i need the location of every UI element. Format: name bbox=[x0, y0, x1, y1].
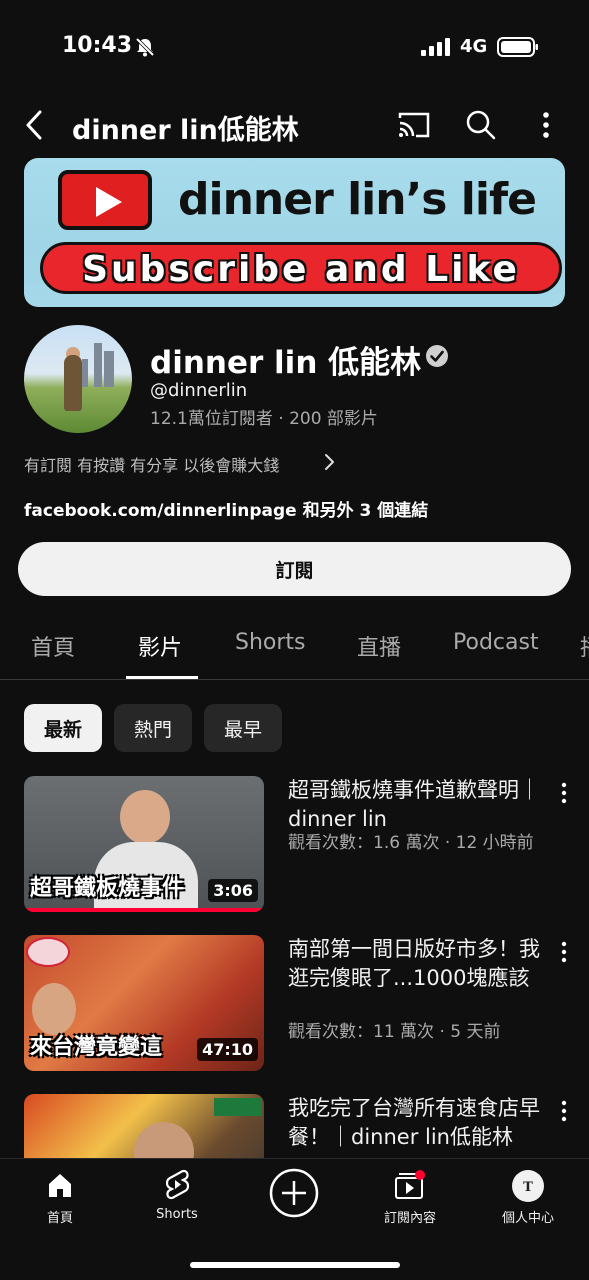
video-item[interactable]: 來台灣竟變這 47:10 南部第一間日版好市多！我逛完傻眼了...1000塊應該… bbox=[0, 935, 589, 1075]
network-type: 4G bbox=[460, 36, 488, 57]
chip-oldest[interactable]: 最早 bbox=[204, 704, 282, 752]
search-icon[interactable] bbox=[462, 106, 500, 144]
back-arrow-icon[interactable] bbox=[18, 106, 52, 144]
tab-shorts[interactable]: Shorts bbox=[235, 630, 306, 655]
video-title[interactable]: 超哥鐵板燒事件道歉聲明｜dinner lin bbox=[288, 776, 550, 834]
watch-progress-bar bbox=[24, 908, 264, 912]
banner-tagline: Subscribe and Like bbox=[82, 249, 520, 290]
nav-shorts-label: Shorts bbox=[156, 1207, 198, 1222]
home-icon bbox=[49, 1174, 71, 1197]
thumbnail-caption: 超哥鐵板燒事件 bbox=[30, 876, 185, 901]
video-thumbnail[interactable]: 超哥鐵板燒事件 3:06 bbox=[24, 776, 264, 912]
video-duration: 47:10 bbox=[197, 1038, 258, 1061]
nav-you-label: 個人中心 bbox=[501, 1211, 554, 1226]
nav-subscriptions-label: 訂閱內容 bbox=[383, 1211, 436, 1226]
channel-description[interactable]: 有訂閱 有按讚 有分享 以後會賺大錢 bbox=[24, 452, 279, 476]
profile-avatar-icon: T bbox=[512, 1170, 544, 1202]
video-more-icon[interactable] bbox=[554, 939, 574, 965]
channel-stats: 12.1萬位訂閱者 · 200 部影片 bbox=[150, 409, 378, 429]
chip-popular[interactable]: 熱門 bbox=[114, 704, 192, 752]
video-duration: 3:06 bbox=[208, 879, 258, 902]
channel-banner: dinner lin’s life Subscribe and Like bbox=[24, 158, 565, 307]
video-title[interactable]: 南部第一間日版好市多！我逛完傻眼了...1000塊應該去樓… bbox=[288, 935, 550, 993]
video-thumbnail[interactable]: 來台灣竟變這 47:10 bbox=[24, 935, 264, 1071]
home-indicator[interactable] bbox=[190, 1262, 400, 1268]
banner-tagline-pill: Subscribe and Like bbox=[40, 242, 562, 294]
bell-muted-icon bbox=[135, 37, 155, 57]
battery-icon bbox=[497, 37, 538, 57]
channel-handle: @dinnerlin bbox=[150, 380, 248, 401]
banner-title: dinner lin’s life bbox=[178, 174, 537, 225]
video-meta: 觀看次數：1.6 萬次 · 12 小時前 bbox=[288, 833, 534, 853]
active-tab-indicator bbox=[126, 676, 198, 679]
video-item[interactable]: 超哥鐵板燒事件 3:06 超哥鐵板燒事件道歉聲明｜dinner lin 觀看次數… bbox=[0, 776, 589, 916]
status-bar: 10:43 4G bbox=[0, 0, 589, 92]
nav-you[interactable]: T 個人中心 bbox=[473, 1159, 583, 1239]
video-more-icon[interactable] bbox=[554, 1098, 574, 1124]
svg-text:T: T bbox=[523, 1180, 533, 1195]
channel-name: dinner lin 低能林 bbox=[150, 345, 422, 381]
nav-create[interactable] bbox=[239, 1159, 349, 1239]
tab-videos[interactable]: 影片 bbox=[138, 630, 182, 662]
verified-check-icon bbox=[426, 345, 448, 367]
cast-icon[interactable] bbox=[396, 108, 432, 142]
video-title[interactable]: 我吃完了台灣所有速食店早餐！｜dinner lin低能林 bbox=[288, 1094, 550, 1152]
signal-icon bbox=[421, 38, 450, 56]
nav-subscriptions[interactable]: 訂閱內容 bbox=[355, 1159, 465, 1239]
tab-live[interactable]: 直播 bbox=[357, 630, 401, 662]
nav-shorts[interactable]: Shorts bbox=[122, 1159, 232, 1239]
chevron-right-icon[interactable] bbox=[322, 451, 338, 473]
chip-latest[interactable]: 最新 bbox=[24, 704, 102, 752]
subscribe-button[interactable]: 訂閱 bbox=[18, 542, 571, 596]
add-create-icon bbox=[269, 1168, 319, 1218]
play-logo-icon bbox=[58, 170, 152, 230]
channel-avatar[interactable] bbox=[24, 325, 132, 433]
status-time: 10:43 bbox=[62, 33, 133, 58]
nav-home[interactable]: 首頁 bbox=[5, 1159, 115, 1239]
tab-more-partial[interactable]: 播 bbox=[580, 630, 589, 662]
shorts-icon bbox=[165, 1169, 190, 1200]
tab-podcast[interactable]: Podcast bbox=[453, 630, 539, 655]
video-meta: 觀看次數：11 萬次 · 5 天前 bbox=[288, 1022, 501, 1042]
channel-links[interactable]: facebook.com/dinnerlinpage 和另外 3 個連結 bbox=[24, 496, 428, 521]
channel-tabs: 首頁 影片 Shorts 直播 Podcast 播 bbox=[0, 610, 589, 680]
thumbnail-caption: 來台灣竟變這 bbox=[30, 1035, 163, 1060]
page-title: dinner lin低能林 bbox=[72, 115, 299, 146]
subscriptions-icon bbox=[395, 1170, 425, 1199]
more-vertical-icon[interactable] bbox=[530, 106, 562, 144]
video-more-icon[interactable] bbox=[554, 780, 574, 806]
nav-home-label: 首頁 bbox=[46, 1211, 73, 1226]
tab-home[interactable]: 首頁 bbox=[31, 630, 75, 662]
top-app-bar: dinner lin低能林 bbox=[0, 92, 589, 158]
